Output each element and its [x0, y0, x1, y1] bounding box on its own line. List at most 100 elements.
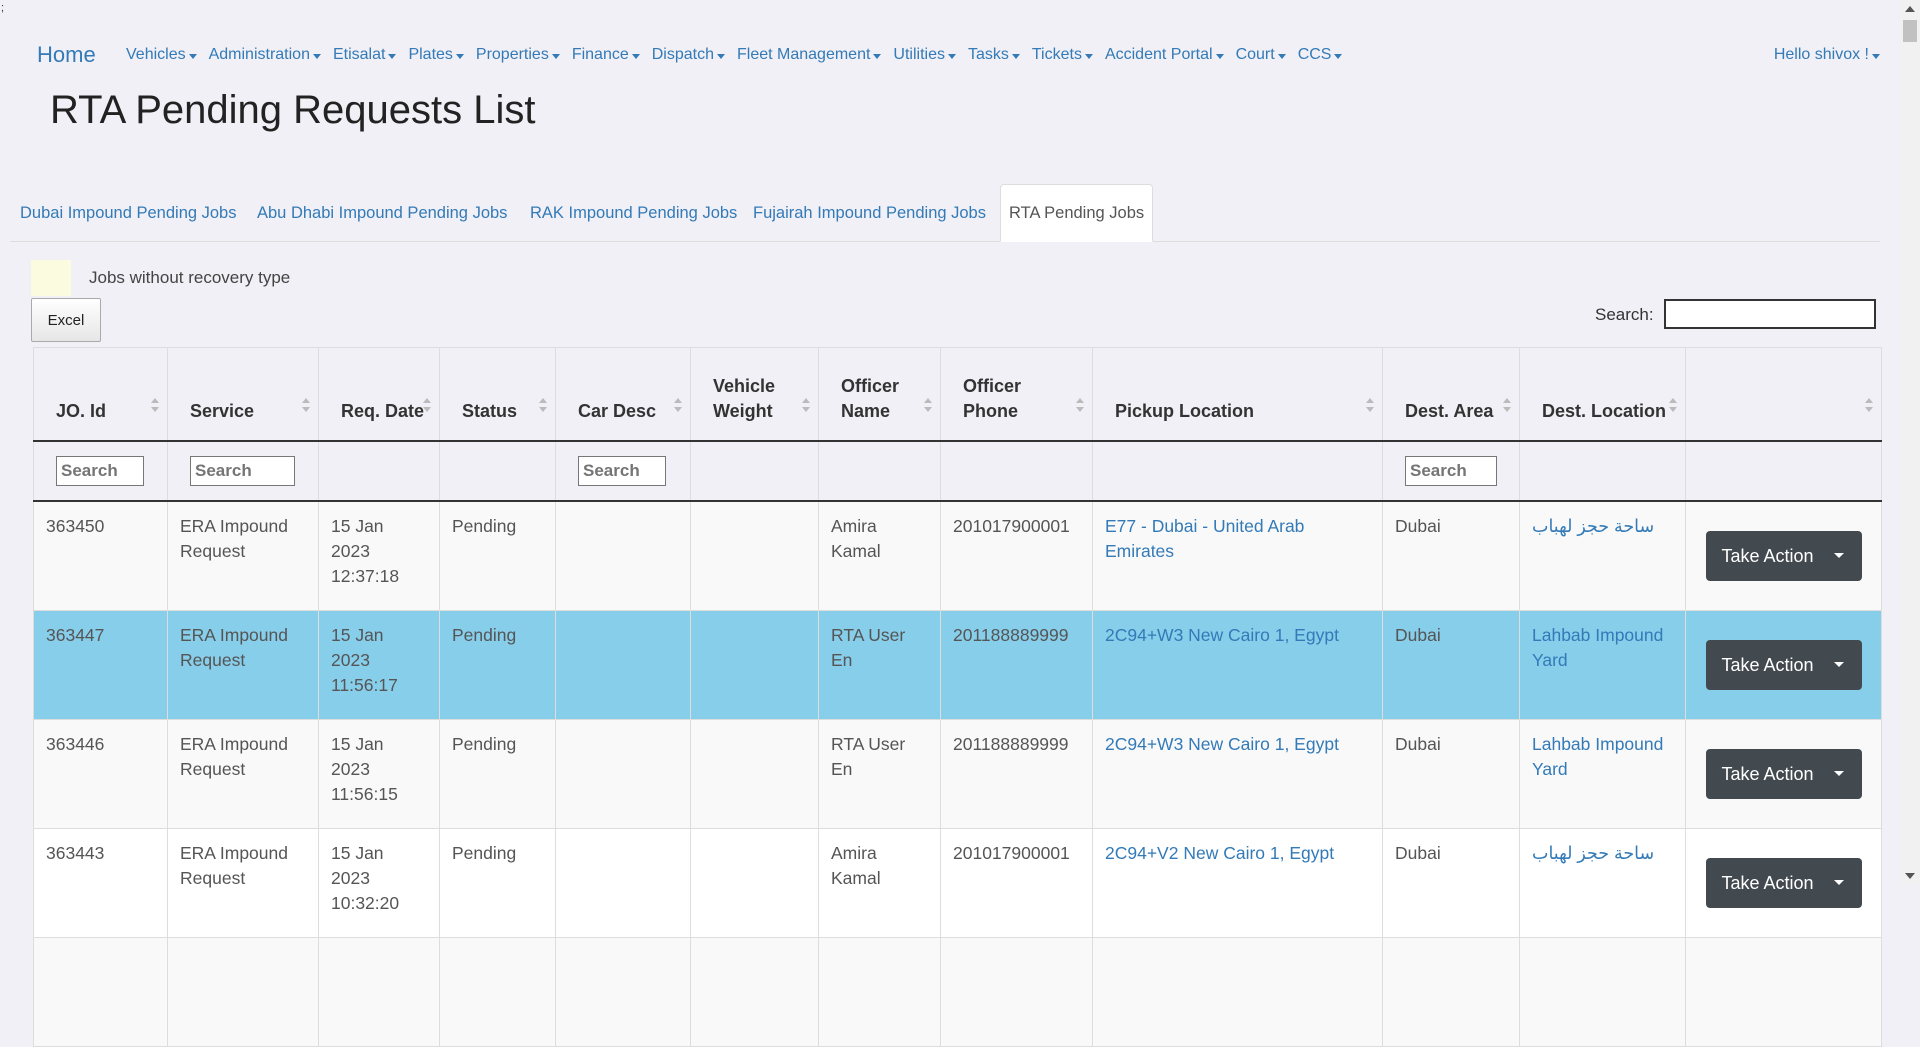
- nav-fleet-management[interactable]: Fleet Management: [737, 46, 882, 64]
- caret-down-icon: [312, 53, 321, 59]
- tab-bar: Dubai Impound Pending Jobs Abu Dhabi Imp…: [10, 184, 1880, 242]
- pickup-location-link[interactable]: 2C94+W3 New Cairo 1, Egypt: [1105, 734, 1339, 754]
- cell-jo-id: 363443: [33, 828, 168, 938]
- cell-dest-area: Dubai: [1382, 719, 1520, 829]
- nav-finance[interactable]: Finance: [572, 46, 640, 64]
- cell-service: ERA Impound Request: [167, 500, 319, 611]
- table-row-selected[interactable]: 363447 ERA Impound Request 15 Jan 2023 1…: [33, 610, 1882, 720]
- col-header-status[interactable]: Status: [439, 347, 556, 442]
- caret-down-icon: [947, 53, 956, 59]
- nav-dispatch[interactable]: Dispatch: [652, 46, 725, 64]
- nav-plates[interactable]: Plates: [408, 46, 464, 64]
- tab-rta-pending[interactable]: RTA Pending Jobs: [1000, 184, 1154, 242]
- cell-vehicle-weight: [690, 719, 819, 829]
- cell-dest-area: Dubai: [1382, 610, 1520, 720]
- cell-req-date: 15 Jan 2023 11:56:17: [318, 610, 440, 720]
- cell-officer-phone: 201017900001: [940, 500, 1093, 611]
- take-action-button[interactable]: Take Action: [1705, 749, 1862, 799]
- sort-icon: [1503, 398, 1511, 412]
- table-row[interactable]: 363446 ERA Impound Request 15 Jan 2023 1…: [33, 719, 1882, 829]
- scroll-down-icon[interactable]: [1905, 873, 1915, 879]
- sort-icon: [924, 398, 932, 412]
- col-header-service[interactable]: Service: [167, 347, 319, 442]
- scroll-thumb[interactable]: [1903, 20, 1917, 42]
- col-header-req-date[interactable]: Req. Date: [318, 347, 440, 442]
- col-header-officer-phone[interactable]: Officer Phone: [940, 347, 1093, 442]
- legend-text: Jobs without recovery type: [89, 268, 291, 287]
- cell-req-date: 15 Jan 2023 11:56:15: [318, 719, 440, 829]
- nav-utilities[interactable]: Utilities: [893, 46, 956, 64]
- pickup-location-link[interactable]: E77 - Dubai - United Arab Emirates: [1105, 516, 1304, 561]
- cell-car-desc: [555, 610, 691, 720]
- legend-swatch: [31, 260, 71, 296]
- col-header-dest-location[interactable]: Dest. Location: [1519, 347, 1686, 442]
- filter-service-input[interactable]: [190, 456, 295, 486]
- cell-vehicle-weight: [690, 610, 819, 720]
- cell-status: Pending: [439, 610, 556, 720]
- sort-icon: [1076, 398, 1084, 412]
- page-scrollbar[interactable]: [1900, 0, 1920, 885]
- col-header-pickup-location[interactable]: Pickup Location: [1092, 347, 1383, 442]
- pickup-location-link[interactable]: 2C94+W3 New Cairo 1, Egypt: [1105, 625, 1339, 645]
- cell-jo-id: 363447: [33, 610, 168, 720]
- caret-down-icon: [1833, 553, 1844, 558]
- col-header-jo-id[interactable]: JO. Id: [33, 347, 168, 442]
- dest-location-link[interactable]: Lahbab Impound Yard: [1532, 625, 1663, 670]
- col-header-actions[interactable]: [1685, 347, 1882, 442]
- table-row[interactable]: [33, 937, 1882, 1047]
- table-row[interactable]: 363450 ERA Impound Request 15 Jan 2023 1…: [33, 500, 1882, 611]
- filter-jo-id-input[interactable]: [56, 456, 144, 486]
- global-search-input[interactable]: [1664, 299, 1876, 329]
- excel-export-button[interactable]: Excel: [31, 298, 101, 342]
- nav-court[interactable]: Court: [1236, 46, 1286, 64]
- take-action-button[interactable]: Take Action: [1705, 640, 1862, 690]
- nav-menu: Vehicles Administration Etisalat Plates …: [126, 46, 1354, 64]
- caret-down-icon: [1833, 771, 1844, 776]
- scroll-up-icon[interactable]: [1905, 6, 1915, 12]
- take-action-button[interactable]: Take Action: [1705, 858, 1862, 908]
- filter-car-desc-input[interactable]: [578, 456, 666, 486]
- caret-down-icon: [1833, 880, 1844, 885]
- nav-accident-portal[interactable]: Accident Portal: [1105, 46, 1224, 64]
- nav-administration[interactable]: Administration: [209, 46, 321, 64]
- tab-rak-impound[interactable]: RAK Impound Pending Jobs: [530, 204, 737, 223]
- cell-service: ERA Impound Request: [167, 719, 319, 829]
- cell-dest-area: Dubai: [1382, 828, 1520, 938]
- col-header-officer-name[interactable]: Officer Name: [818, 347, 941, 442]
- cell-officer-name: Amira Kamal: [818, 828, 941, 938]
- cell-dest-area: Dubai: [1382, 500, 1520, 611]
- cell-officer-phone: 201017900001: [940, 828, 1093, 938]
- tab-dubai-impound[interactable]: Dubai Impound Pending Jobs: [20, 204, 236, 223]
- page-title: RTA Pending Requests List: [50, 88, 536, 132]
- cell-car-desc: [555, 719, 691, 829]
- nav-vehicles[interactable]: Vehicles: [126, 46, 197, 64]
- user-menu[interactable]: Hello shivox !: [1774, 46, 1880, 64]
- sort-icon: [1366, 398, 1374, 412]
- cell-req-date: 15 Jan 2023 10:32:20: [318, 828, 440, 938]
- dest-location-link[interactable]: ساحة حجز لهباب: [1532, 516, 1654, 536]
- nav-ccs[interactable]: CCS: [1298, 46, 1343, 64]
- nav-tasks[interactable]: Tasks: [968, 46, 1020, 64]
- nav-etisalat[interactable]: Etisalat: [333, 46, 397, 64]
- dest-location-link[interactable]: Lahbab Impound Yard: [1532, 734, 1663, 779]
- col-header-car-desc[interactable]: Car Desc: [555, 347, 691, 442]
- col-header-vehicle-weight[interactable]: Vehicle Weight: [690, 347, 819, 442]
- col-header-dest-area[interactable]: Dest. Area: [1382, 347, 1520, 442]
- nav-tickets[interactable]: Tickets: [1032, 46, 1093, 64]
- pickup-location-link[interactable]: 2C94+V2 New Cairo 1, Egypt: [1105, 843, 1334, 863]
- take-action-button[interactable]: Take Action: [1705, 531, 1862, 581]
- table-row[interactable]: 363443 ERA Impound Request 15 Jan 2023 1…: [33, 828, 1882, 938]
- cell-officer-name: RTA User En: [818, 610, 941, 720]
- tab-abu-dhabi-impound[interactable]: Abu Dhabi Impound Pending Jobs: [257, 204, 507, 223]
- cell-officer-name: Amira Kamal: [818, 500, 941, 611]
- cell-vehicle-weight: [690, 828, 819, 938]
- cell-req-date: 15 Jan 2023 12:37:18: [318, 500, 440, 611]
- sort-icon: [151, 398, 159, 412]
- home-link[interactable]: Home: [37, 42, 96, 68]
- dest-location-link[interactable]: ساحة حجز لهباب: [1532, 843, 1654, 863]
- nav-properties[interactable]: Properties: [476, 46, 560, 64]
- tab-fujairah-impound[interactable]: Fujairah Impound Pending Jobs: [753, 204, 986, 223]
- sort-icon: [802, 398, 810, 412]
- filter-dest-area-input[interactable]: [1405, 456, 1497, 486]
- caret-down-icon: [1334, 53, 1343, 59]
